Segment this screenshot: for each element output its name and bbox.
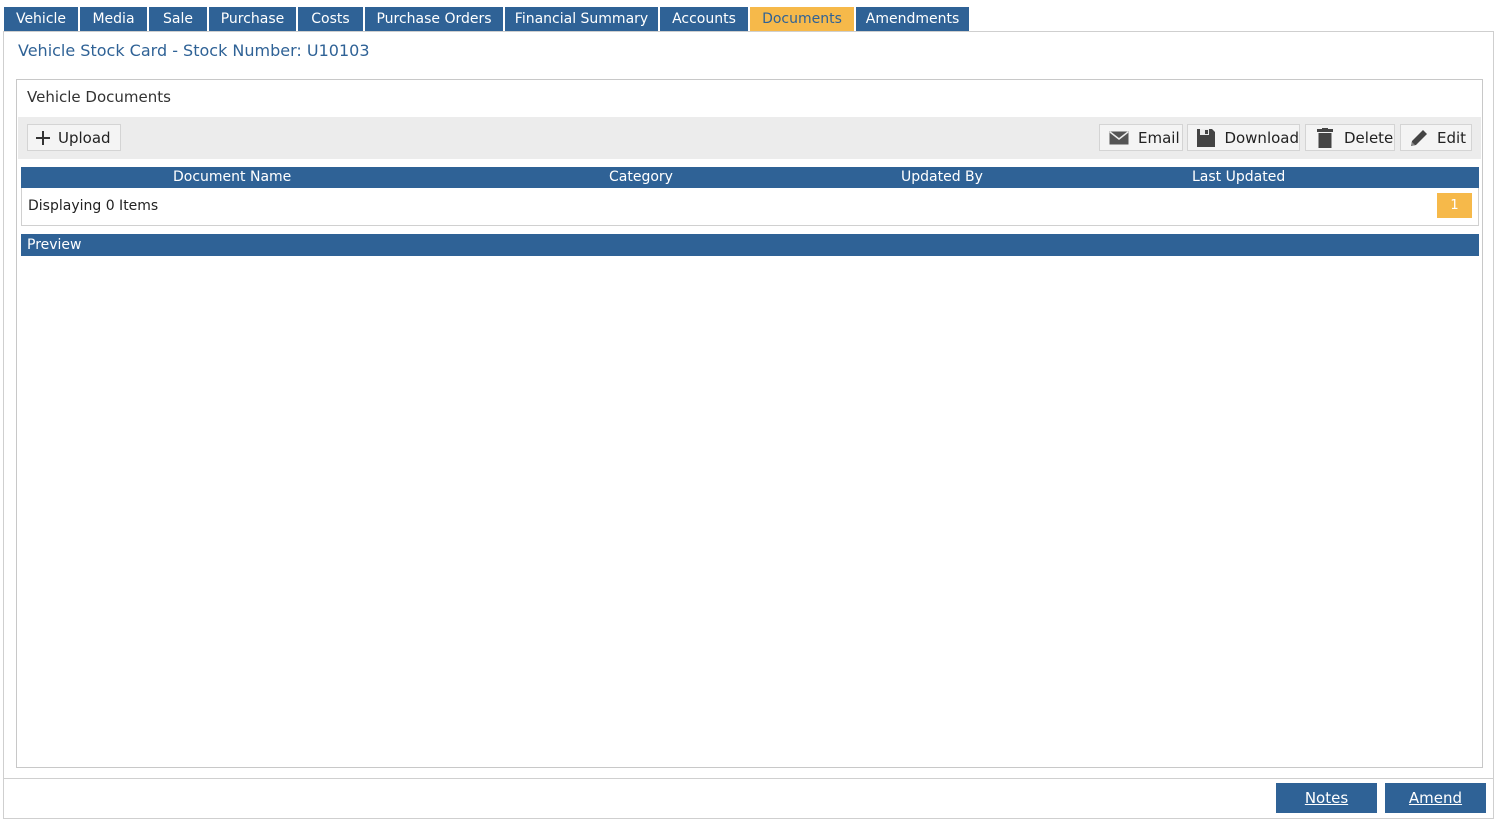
tab-sale[interactable]: Sale (149, 7, 209, 32)
delete-button[interactable]: Delete (1305, 124, 1395, 151)
tab-accounts[interactable]: Accounts (660, 7, 750, 32)
floppy-disk-icon (1188, 128, 1224, 147)
page-title: Vehicle Stock Card - Stock Number: U1010… (18, 41, 370, 60)
item-count-text: Displaying 0 Items (28, 198, 159, 214)
page-button-1[interactable]: 1 (1437, 193, 1472, 218)
download-label: Download (1224, 128, 1299, 147)
download-button[interactable]: Download (1187, 124, 1300, 151)
notes-button[interactable]: Notes (1276, 783, 1377, 813)
documents-grid-header: Document Name Category Updated By Last U… (21, 167, 1479, 188)
tab-amendments[interactable]: Amendments (856, 7, 971, 32)
trash-icon (1306, 127, 1344, 148)
tab-documents[interactable]: Documents (750, 7, 856, 32)
tab-purchase[interactable]: Purchase (209, 7, 298, 32)
pencil-icon (1401, 128, 1437, 148)
edit-label: Edit (1437, 128, 1467, 147)
plus-icon (28, 130, 58, 145)
column-header-updated-by[interactable]: Updated By (901, 169, 983, 185)
upload-button[interactable]: Upload (27, 124, 121, 151)
tab-media[interactable]: Media (80, 7, 149, 32)
edit-button[interactable]: Edit (1400, 124, 1472, 151)
documents-grid-body: Displaying 0 Items 1 (21, 188, 1479, 226)
footer-bar: Notes Amend (3, 779, 1494, 819)
column-header-category[interactable]: Category (609, 169, 673, 185)
delete-label: Delete (1344, 128, 1394, 147)
tab-purchase-orders[interactable]: Purchase Orders (365, 7, 505, 32)
column-header-document-name[interactable]: Document Name (173, 169, 291, 185)
documents-panel: Vehicle Documents Upload Email Download (16, 79, 1483, 768)
tab-financial-summary[interactable]: Financial Summary (505, 7, 660, 32)
preview-area (21, 256, 1479, 761)
stock-card: Vehicle Stock Card - Stock Number: U1010… (3, 31, 1494, 779)
preview-title: Preview (27, 237, 82, 253)
tab-bar: Vehicle Media Sale Purchase Costs Purcha… (4, 7, 971, 32)
email-label: Email (1138, 128, 1180, 147)
panel-title: Vehicle Documents (27, 88, 171, 106)
amend-button[interactable]: Amend (1385, 783, 1486, 813)
column-header-last-updated[interactable]: Last Updated (1192, 169, 1285, 185)
envelope-icon (1100, 130, 1138, 145)
email-button[interactable]: Email (1099, 124, 1183, 151)
upload-label: Upload (58, 128, 111, 147)
tab-costs[interactable]: Costs (298, 7, 365, 32)
tab-vehicle[interactable]: Vehicle (4, 7, 80, 32)
documents-toolbar: Upload Email Download Delete Edit (18, 117, 1481, 159)
preview-header: Preview (21, 234, 1479, 256)
